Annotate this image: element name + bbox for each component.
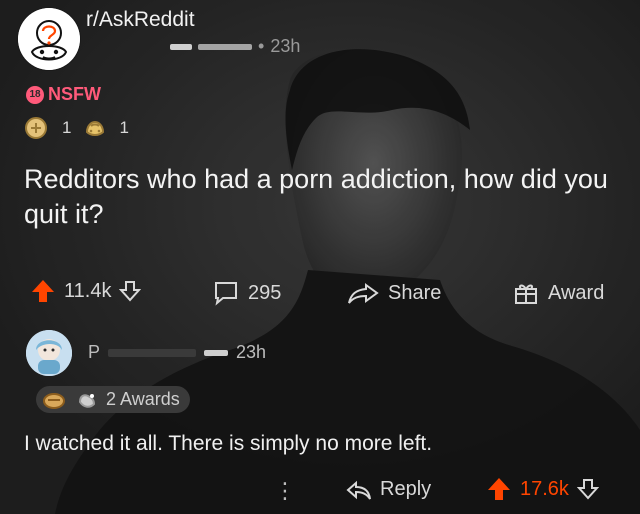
nsfw-tag: 18 NSFW bbox=[26, 84, 101, 105]
redacted-username bbox=[204, 349, 229, 356]
comment-time: 23h bbox=[236, 342, 267, 362]
share-button[interactable]: Share bbox=[346, 280, 441, 306]
comment-username-initial[interactable]: P bbox=[88, 342, 100, 363]
reply-label: Reply bbox=[380, 478, 432, 500]
comment-awards-chip[interactable]: 2 Awards bbox=[36, 386, 190, 413]
askreddit-icon bbox=[18, 8, 80, 70]
comment-body[interactable]: I watched it all. There is simply no mor… bbox=[24, 432, 432, 456]
post-header bbox=[18, 8, 80, 70]
award-button[interactable]: Award bbox=[512, 280, 604, 306]
award-hands-icon bbox=[86, 120, 105, 136]
comment-awards-label: 2 Awards bbox=[106, 389, 180, 409]
time-dot: • bbox=[258, 36, 265, 56]
award-count: 1 bbox=[119, 118, 129, 137]
downvote-icon[interactable] bbox=[576, 478, 599, 500]
comment-icon bbox=[215, 282, 237, 306]
award-coin-icon bbox=[25, 117, 47, 139]
nsfw-label: NSFW bbox=[48, 84, 101, 104]
redacted-username bbox=[198, 43, 252, 50]
post-comments-button[interactable]: 295 bbox=[212, 280, 281, 306]
nsfw-badge-icon: 18 bbox=[26, 85, 44, 104]
award-fist-icon bbox=[78, 393, 96, 408]
award-label: Award bbox=[548, 281, 605, 304]
askreddit-avatar[interactable] bbox=[18, 8, 80, 70]
post-upvote-count: 11.4k bbox=[64, 279, 112, 302]
upvote-icon[interactable] bbox=[486, 476, 512, 502]
redacted-username bbox=[108, 348, 197, 357]
reply-icon bbox=[346, 480, 371, 500]
post-awards[interactable]: 1 1 bbox=[24, 116, 129, 140]
comment-upvote-count: 17.6k bbox=[520, 477, 569, 500]
share-icon bbox=[348, 283, 379, 304]
share-label: Share bbox=[388, 281, 442, 304]
gift-icon bbox=[515, 284, 537, 304]
comment-actions-bar: Reply 17.6k bbox=[0, 474, 640, 508]
post-vote: 11.4k bbox=[30, 278, 142, 304]
post-title[interactable]: Redditors who had a porn addiction, how … bbox=[24, 162, 614, 232]
comment-avatar[interactable] bbox=[26, 330, 72, 376]
post-meta: • 23h bbox=[170, 36, 300, 57]
reddit-post-screenshot: r/AskReddit • 23h 18 NSFW 1 1 Redditors … bbox=[0, 0, 640, 514]
comment-vote: 17.6k bbox=[486, 476, 599, 502]
award-count: 1 bbox=[62, 118, 72, 137]
downvote-icon[interactable] bbox=[119, 280, 142, 302]
reply-button[interactable]: Reply bbox=[346, 478, 431, 501]
redacted-username bbox=[170, 43, 192, 50]
comment-user-meta: P 23h bbox=[88, 342, 266, 363]
comments-count: 295 bbox=[248, 281, 282, 304]
subreddit-name[interactable]: r/AskReddit bbox=[86, 8, 195, 32]
award-food-icon bbox=[43, 392, 65, 409]
post-time: 23h bbox=[270, 36, 301, 56]
post-actions-bar: 11.4k 295 Share Award bbox=[0, 274, 640, 314]
avatar-image bbox=[26, 330, 72, 376]
upvote-icon[interactable] bbox=[30, 278, 56, 304]
